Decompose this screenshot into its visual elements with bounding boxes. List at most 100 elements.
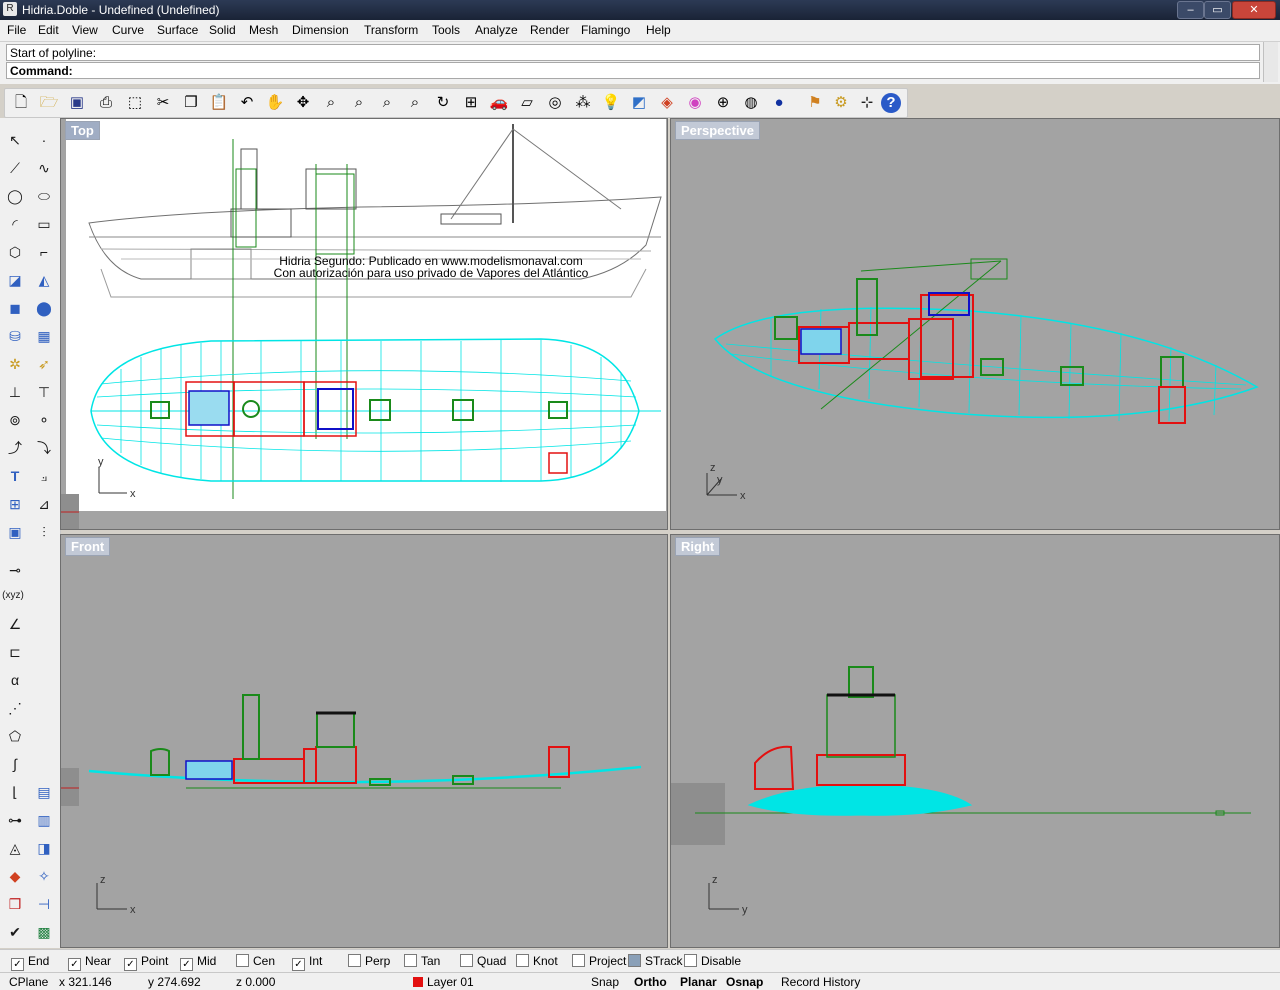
new-icon[interactable]: 🗋: [11, 93, 31, 113]
osnap-near[interactable]: ✓ Near: [68, 954, 111, 971]
cplane-view-icon[interactable]: ▤: [32, 780, 56, 804]
render-blue-sphere-icon[interactable]: ●: [769, 93, 789, 113]
point-icon[interactable]: ·: [32, 128, 56, 152]
cplane-icon[interactable]: ▱: [517, 93, 537, 113]
viewport-label-front[interactable]: Front: [65, 537, 111, 556]
osnap-perp-checkbox[interactable]: [348, 954, 361, 967]
rotate-view-icon[interactable]: ✥: [293, 93, 313, 113]
xyz-coordinate-icon[interactable]: (xyz): [1, 584, 25, 608]
osnap-mid[interactable]: ✓ Mid: [180, 954, 216, 971]
transform-icon[interactable]: ✲: [3, 352, 27, 376]
box-icon[interactable]: ◼: [3, 296, 27, 320]
copy-icon[interactable]: ❐: [181, 93, 201, 113]
osnap-int-checkbox[interactable]: ✓: [292, 958, 305, 971]
menu-edit[interactable]: Edit: [38, 23, 59, 37]
explode-icon[interactable]: ⚬: [32, 408, 56, 432]
menu-mesh[interactable]: Mesh: [249, 23, 278, 37]
paste-icon[interactable]: 📋: [209, 93, 229, 113]
status-layer[interactable]: Layer 01: [413, 975, 474, 989]
flag-icon[interactable]: ⚑: [805, 93, 825, 113]
osnap-cen-checkbox[interactable]: [236, 954, 249, 967]
cylinder-icon[interactable]: ⛁: [3, 324, 27, 348]
help-icon[interactable]: ?: [881, 93, 901, 113]
paint-icon[interactable]: ◈: [657, 93, 677, 113]
arc-icon[interactable]: ◜: [3, 212, 27, 236]
angle-alpha-icon[interactable]: α: [3, 668, 27, 692]
menu-flamingo[interactable]: Flamingo: [581, 23, 630, 37]
curve-icon[interactable]: ∿: [32, 156, 56, 180]
grid-snap-icon[interactable]: ◎: [545, 93, 565, 113]
rhino-app-icon[interactable]: R: [3, 2, 17, 16]
right-viewport[interactable]: y z Right: [670, 534, 1280, 948]
status-cplane[interactable]: CPlane: [9, 975, 48, 989]
circle-icon[interactable]: ◯: [3, 184, 27, 208]
light-icon[interactable]: 💡: [601, 93, 621, 113]
zoom-icon[interactable]: ⌕: [321, 93, 341, 113]
zoom-selected-icon[interactable]: ⌕: [405, 93, 425, 113]
split-icon[interactable]: ⊥: [3, 380, 27, 404]
osnap-project[interactable]: Project: [572, 954, 626, 968]
status-record-history[interactable]: Record History: [781, 975, 860, 989]
color-box-icon[interactable]: ❒: [3, 892, 27, 916]
menu-analyze[interactable]: Analyze: [475, 23, 518, 37]
osnap-strack[interactable]: STrack: [628, 954, 683, 968]
gear-icon[interactable]: ⚙: [831, 93, 851, 113]
osnap-int[interactable]: ✓ Int: [292, 954, 322, 971]
osnap-point-checkbox[interactable]: ✓: [124, 958, 137, 971]
zoom-window-icon[interactable]: ⌕: [349, 93, 369, 113]
render-preview-icon[interactable]: ▩: [32, 920, 56, 944]
angle-icon[interactable]: ∠: [3, 612, 27, 636]
osnap-disable-checkbox[interactable]: [684, 954, 697, 967]
surface-analysis-icon[interactable]: ◩: [629, 93, 649, 113]
osnap-knot[interactable]: Knot: [516, 954, 558, 968]
cplane-surface-icon[interactable]: ◨: [32, 836, 56, 860]
rainbow-icon[interactable]: ◆: [3, 864, 27, 888]
menu-transform[interactable]: Transform: [364, 23, 418, 37]
menu-solid[interactable]: Solid: [209, 23, 236, 37]
menu-dimension[interactable]: Dimension: [292, 23, 349, 37]
boolean-icon[interactable]: ⬤: [32, 296, 56, 320]
text-icon[interactable]: T: [3, 464, 27, 488]
join-icon[interactable]: ⤴: [3, 436, 27, 460]
dimension-icon[interactable]: ⟓: [32, 464, 56, 488]
minimize-button[interactable]: –: [1177, 1, 1204, 19]
points-on-icon[interactable]: ⫶: [32, 520, 56, 544]
cut-icon[interactable]: ✂: [153, 93, 173, 113]
front-viewport[interactable]: x z Front: [60, 534, 668, 948]
viewport-label-right[interactable]: Right: [675, 537, 721, 556]
import-icon[interactable]: ⬚: [125, 93, 145, 113]
osnap-end[interactable]: ✓ End: [11, 954, 49, 971]
status-ortho[interactable]: Ortho: [634, 975, 667, 989]
menu-render[interactable]: Render: [530, 23, 569, 37]
cplane-elevation-icon[interactable]: ⊸: [3, 558, 27, 582]
rectangle-icon[interactable]: ▭: [32, 212, 56, 236]
mesh-sphere-icon[interactable]: ⊕: [713, 93, 733, 113]
polygon-icon[interactable]: ⬡: [3, 240, 27, 264]
mesh-icon[interactable]: ▦: [32, 324, 56, 348]
cplane-named-icon[interactable]: ✧: [32, 864, 56, 888]
undo-icon[interactable]: ↶: [237, 93, 257, 113]
print-icon[interactable]: ⎙: [96, 93, 116, 113]
distance-icon[interactable]: ⊏: [3, 640, 27, 664]
osnap-project-checkbox[interactable]: [572, 954, 585, 967]
osnap-disable[interactable]: Disable: [684, 954, 741, 968]
maximize-button[interactable]: ▭: [1204, 1, 1231, 19]
menu-surface[interactable]: Surface: [157, 23, 198, 37]
four-viewports-icon[interactable]: ⊞: [461, 93, 481, 113]
osnap-quad[interactable]: Quad: [460, 954, 506, 968]
offset-icon[interactable]: ⤵: [32, 436, 56, 460]
solid-box-icon[interactable]: ▣: [3, 520, 27, 544]
undo-view-icon[interactable]: ↻: [433, 93, 453, 113]
osnap-near-checkbox[interactable]: ✓: [68, 958, 81, 971]
close-button[interactable]: ✕: [1232, 1, 1276, 19]
bounding-icon[interactable]: ⋰: [3, 696, 27, 720]
osnap-end-checkbox[interactable]: ✓: [11, 958, 24, 971]
pan-icon[interactable]: ✋: [265, 93, 285, 113]
object-cplane-icon[interactable]: ◬: [3, 836, 27, 860]
check-icon[interactable]: ✔: [3, 920, 27, 944]
osnap-point[interactable]: ✓ Point: [124, 954, 168, 971]
group-icon[interactable]: ⊚: [3, 408, 27, 432]
perspective-viewport[interactable]: x y z Perspective: [670, 118, 1280, 530]
osnap-quad-checkbox[interactable]: [460, 954, 473, 967]
status-osnap[interactable]: Osnap: [726, 975, 763, 989]
